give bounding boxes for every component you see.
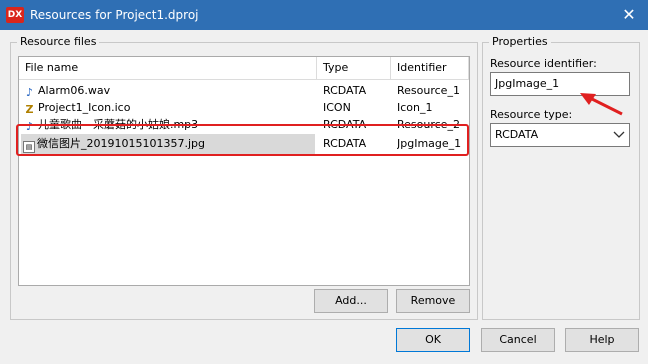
table-row[interactable]: ♪ Alarm06.wav RCDATA Resource_1 bbox=[19, 82, 469, 99]
help-button[interactable]: Help bbox=[565, 328, 639, 352]
app-icon: DX bbox=[6, 7, 24, 23]
chevron-down-icon bbox=[613, 131, 625, 138]
resource-type-select[interactable]: RCDATA bbox=[490, 123, 630, 147]
resource-type-value: RCDATA bbox=[495, 128, 539, 141]
annotation-highlight-box bbox=[16, 124, 469, 156]
type-cell: ICON bbox=[323, 101, 351, 114]
properties-label: Properties bbox=[489, 35, 551, 48]
resource-files-label: Resource files bbox=[17, 35, 100, 48]
file-name: Project1_Icon.ico bbox=[38, 101, 131, 114]
annotation-arrow bbox=[580, 93, 623, 116]
remove-button[interactable]: Remove bbox=[396, 289, 470, 313]
file-name: Alarm06.wav bbox=[38, 84, 111, 97]
resource-type-label: Resource type: bbox=[490, 108, 573, 121]
ok-button[interactable]: OK bbox=[396, 328, 470, 352]
resources-dialog: DX Resources for Project1.dproj ✕ Resour… bbox=[0, 0, 648, 364]
column-header-identifier[interactable]: Identifier bbox=[391, 57, 469, 79]
column-header-type[interactable]: Type bbox=[317, 57, 391, 79]
table-row[interactable]: Z Project1_Icon.ico ICON Icon_1 bbox=[19, 99, 469, 116]
title-bar: DX Resources for Project1.dproj ✕ bbox=[0, 0, 648, 30]
ico-file-icon: Z bbox=[25, 103, 34, 116]
close-button[interactable]: ✕ bbox=[612, 2, 646, 28]
list-header: File name Type Identifier bbox=[19, 57, 469, 80]
window-title: Resources for Project1.dproj bbox=[30, 8, 199, 22]
resource-identifier-label: Resource identifier: bbox=[490, 57, 597, 70]
identifier-cell: Resource_1 bbox=[397, 84, 460, 97]
audio-file-icon: ♪ bbox=[25, 86, 34, 99]
column-header-file-name[interactable]: File name bbox=[19, 57, 317, 79]
identifier-cell: Icon_1 bbox=[397, 101, 433, 114]
add-button[interactable]: Add... bbox=[314, 289, 388, 313]
file-name-cell: Z Project1_Icon.ico bbox=[23, 99, 315, 116]
type-cell: RCDATA bbox=[323, 84, 367, 97]
resource-files-list[interactable]: File name Type Identifier ♪ Alarm06.wav R… bbox=[18, 56, 470, 286]
file-name-cell: ♪ Alarm06.wav bbox=[23, 82, 315, 99]
cancel-button[interactable]: Cancel bbox=[481, 328, 555, 352]
